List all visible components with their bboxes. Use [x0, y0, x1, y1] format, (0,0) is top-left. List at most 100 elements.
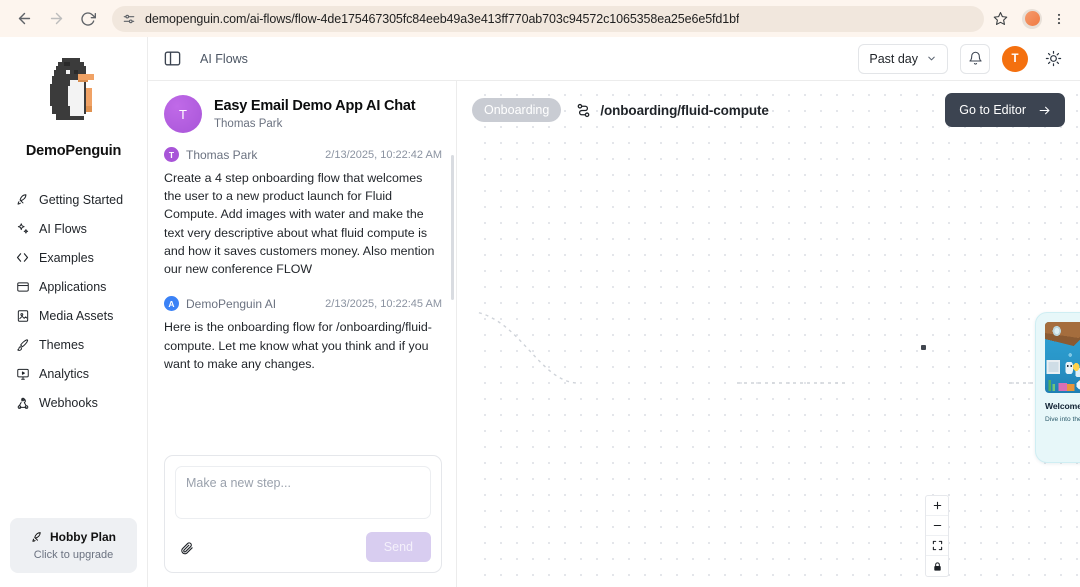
- sidebar-item-label: Examples: [39, 250, 94, 265]
- sidebar-item-ai-flows[interactable]: AI Flows: [0, 214, 147, 243]
- app-topbar: AI Flows Past day T: [148, 37, 1080, 81]
- sidebar-item-getting-started[interactable]: Getting Started: [0, 185, 147, 214]
- sidebar-item-label: Applications: [39, 279, 107, 294]
- rocket-icon: [15, 192, 30, 207]
- site-settings-icon[interactable]: [122, 12, 136, 26]
- zoom-in-icon: [932, 500, 943, 511]
- code-brackets-icon: [15, 250, 30, 265]
- time-range-select[interactable]: Past day: [858, 43, 948, 74]
- main-area: AI Flows Past day T T Easy Email Demo Ap…: [148, 37, 1080, 587]
- go-to-editor-label: Go to Editor: [959, 103, 1026, 117]
- sidebar-item-label: Analytics: [39, 366, 90, 381]
- message-header: T Thomas Park 2/13/2025, 10:22:42 AM: [164, 147, 442, 162]
- chat-composer: Make a new step... Send: [164, 455, 442, 573]
- app-shell: DemoPenguin Getting Started AI Flows Exa…: [0, 37, 1080, 587]
- message-author-badge: T: [164, 147, 179, 162]
- page-title: AI Flows: [200, 51, 248, 66]
- brand-name: DemoPenguin: [25, 143, 122, 159]
- attach-file-button[interactable]: [175, 536, 197, 558]
- lock-canvas-button[interactable]: [926, 556, 948, 576]
- browser-actions: [988, 7, 1070, 31]
- zoom-out-button[interactable]: [926, 516, 948, 536]
- user-avatar[interactable]: T: [1002, 45, 1028, 72]
- plan-upgrade-card[interactable]: Hobby Plan Click to upgrade: [10, 518, 137, 573]
- sun-icon: [1045, 50, 1062, 67]
- flow-canvas[interactable]: Onboarding /onboarding/fluid-compute Go …: [457, 81, 1080, 587]
- browser-menu-icon[interactable]: [1048, 7, 1070, 31]
- plan-title-row: Hobby Plan: [18, 530, 129, 544]
- browser-profile-avatar[interactable]: [1022, 8, 1042, 29]
- flow-tag-badge[interactable]: Onboarding: [472, 98, 562, 122]
- sidebar: DemoPenguin Getting Started AI Flows Exa…: [0, 37, 148, 587]
- flow-node-card[interactable]: Welcome Aboard! Dive into the world of F…: [1035, 312, 1080, 463]
- browser-address-bar[interactable]: demopenguin.com/ai-flows/flow-4de1754673…: [112, 5, 984, 32]
- flow-nodes-icon: [575, 102, 592, 119]
- message-author-badge: A: [164, 296, 179, 312]
- browser-reload-button[interactable]: [74, 5, 102, 33]
- new-step-input[interactable]: Make a new step...: [175, 466, 431, 519]
- message-header: A DemoPenguin AI 2/13/2025, 10:22:45 AM: [164, 296, 442, 312]
- send-button[interactable]: Send: [365, 532, 431, 562]
- chat-title: Easy Email Demo App AI Chat: [214, 98, 416, 114]
- theme-toggle-button[interactable]: [1040, 46, 1066, 72]
- sparkles-icon: [15, 221, 30, 236]
- sidebar-item-examples[interactable]: Examples: [0, 243, 147, 272]
- sidebar-item-media-assets[interactable]: Media Assets: [0, 301, 147, 330]
- paint-brush-icon: [15, 337, 30, 352]
- flow-edges: [464, 310, 1080, 384]
- monitor-play-icon: [15, 366, 30, 381]
- chevron-down-icon: [926, 53, 937, 64]
- canvas-header: Onboarding /onboarding/fluid-compute Go …: [457, 81, 1080, 139]
- composer-actions: Send: [175, 532, 431, 562]
- plan-upgrade-hint: Click to upgrade: [33, 549, 114, 561]
- sidebar-item-label: Media Assets: [39, 308, 114, 323]
- flow-route-path: /onboarding/fluid-compute: [600, 102, 769, 118]
- chat-header-text: Easy Email Demo App AI Chat Thomas Park: [214, 98, 416, 130]
- sidebar-item-webhooks[interactable]: Webhooks: [0, 388, 147, 417]
- plan-name: Hobby Plan: [49, 530, 116, 544]
- zoom-in-button[interactable]: [926, 496, 948, 516]
- window-icon: [15, 279, 30, 294]
- node-image: [1045, 322, 1080, 393]
- address-bar-url: demopenguin.com/ai-flows/flow-4de1754673…: [145, 11, 740, 26]
- node-description: Dive into the world of Fluid Compute!: [1045, 416, 1080, 423]
- sidebar-item-label: Getting Started: [39, 192, 124, 207]
- message-timestamp: 2/13/2025, 10:22:45 AM: [325, 297, 442, 310]
- webhook-icon: [15, 395, 30, 410]
- message-list[interactable]: T Thomas Park 2/13/2025, 10:22:42 AM Cre…: [148, 147, 456, 445]
- sidebar-item-label: Themes: [39, 337, 85, 352]
- sidebar-item-analytics[interactable]: Analytics: [0, 359, 147, 388]
- penguin-logo-icon: [31, 51, 117, 137]
- message-body: Create a 4 step onboarding flow that wel…: [164, 171, 435, 277]
- zoom-out-icon: [932, 520, 943, 531]
- fit-view-button[interactable]: [926, 536, 948, 556]
- edge-port-in[interactable]: [921, 345, 926, 350]
- sidebar-item-themes[interactable]: Themes: [0, 330, 147, 359]
- chat-scrollbar[interactable]: [451, 155, 454, 300]
- sidebar-item-label: Webhooks: [39, 395, 98, 410]
- sidebar-item-applications[interactable]: Applications: [0, 272, 147, 301]
- message-author: Thomas Park: [186, 147, 258, 162]
- node-footer: Next: [1045, 434, 1080, 453]
- sidebar-item-label: AI Flows: [39, 221, 87, 236]
- bookmark-star-icon[interactable]: [988, 7, 1012, 31]
- chat-panel: T Easy Email Demo App AI Chat Thomas Par…: [148, 81, 457, 587]
- message-timestamp: 2/13/2025, 10:22:42 AM: [325, 148, 442, 161]
- content-region: T Easy Email Demo App AI Chat Thomas Par…: [148, 81, 1080, 587]
- browser-forward-button[interactable]: [42, 5, 70, 33]
- notifications-button[interactable]: [960, 43, 990, 74]
- fit-view-icon: [932, 540, 943, 551]
- chat-header: T Easy Email Demo App AI Chat Thomas Par…: [148, 81, 456, 147]
- node-title: Welcome Aboard!: [1045, 401, 1080, 411]
- browser-toolbar: demopenguin.com/ai-flows/flow-4de1754673…: [0, 0, 1080, 37]
- lock-icon: [932, 561, 943, 572]
- go-to-editor-button[interactable]: Go to Editor: [945, 93, 1065, 127]
- chat-avatar: T: [164, 95, 202, 133]
- brand-block: DemoPenguin: [0, 45, 147, 163]
- panel-left-icon[interactable]: [160, 47, 184, 71]
- chat-message: A DemoPenguin AI 2/13/2025, 10:22:45 AM …: [164, 296, 442, 373]
- image-file-icon: [15, 308, 30, 323]
- browser-back-button[interactable]: [10, 5, 38, 33]
- message-body: Here is the onboarding flow for /onboard…: [164, 320, 432, 371]
- chat-owner: Thomas Park: [214, 118, 283, 130]
